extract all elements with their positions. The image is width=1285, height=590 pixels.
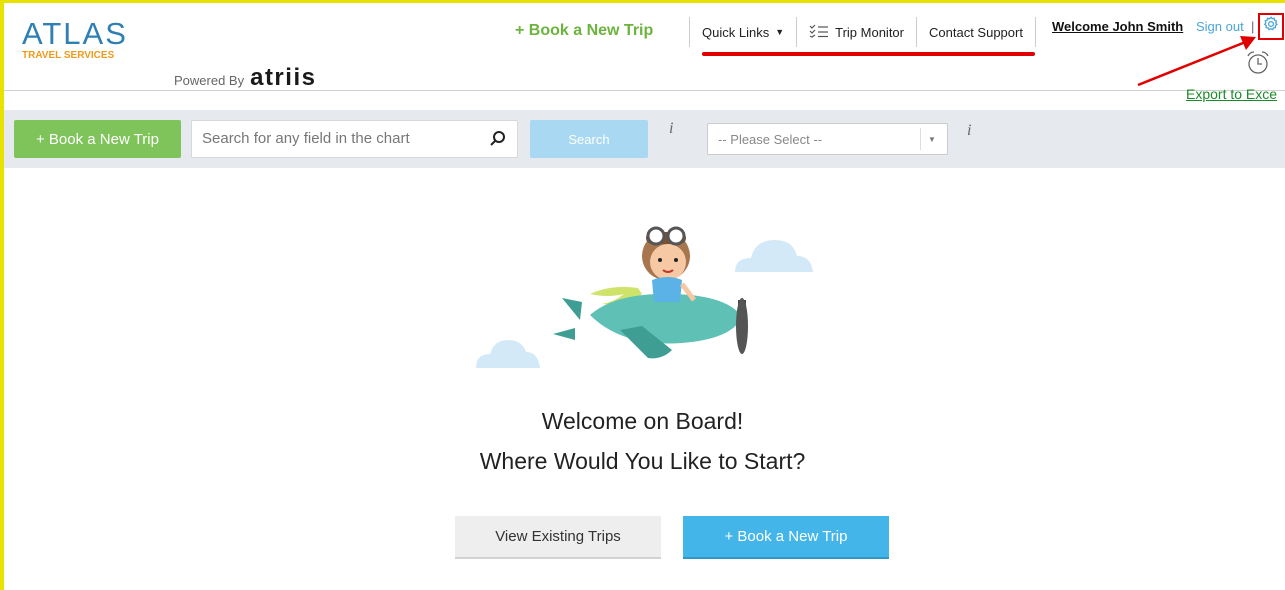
top-nav: Quick Links ▼ Trip Monitor Contact Suppo… [689, 17, 1036, 47]
pilot-plane-illustration [476, 226, 813, 368]
gear-icon [1263, 16, 1279, 37]
nav-contact-support-label: Contact Support [929, 24, 1023, 40]
annotation-arrow [1137, 36, 1256, 87]
search-input[interactable] [192, 121, 492, 155]
welcome-heading: Welcome on Board! [541, 408, 744, 434]
annotation-underline [702, 52, 1035, 56]
settings-button[interactable] [1258, 13, 1284, 40]
nav-contact-support[interactable]: Contact Support [917, 17, 1036, 47]
checklist-icon [809, 24, 829, 41]
nav-quick-links[interactable]: Quick Links ▼ [690, 17, 798, 47]
search-button[interactable]: Search [530, 120, 648, 158]
search-info-icon[interactable]: i [669, 120, 673, 138]
powered-by-label: Powered By [174, 73, 245, 88]
nav-trip-monitor[interactable]: Trip Monitor [797, 17, 917, 47]
search-box [191, 120, 518, 158]
hero-book-trip-button[interactable]: + Book a New Trip [683, 516, 889, 559]
export-to-excel-link[interactable]: Export to Exce [1186, 86, 1277, 102]
search-icon[interactable] [489, 130, 507, 153]
view-existing-trips-button[interactable]: View Existing Trips [455, 516, 661, 559]
filter-select-value: -- Please Select -- [718, 131, 823, 147]
welcome-subheading: Where Would You Like to Start? [479, 448, 806, 474]
toolbar-book-trip-button[interactable]: + Book a New Trip [14, 120, 181, 158]
filter-select[interactable]: -- Please Select -- ▼ [707, 123, 948, 155]
logo-sub-text: TRAVEL SERVICES [22, 50, 115, 61]
header-divider [4, 90, 1285, 91]
logo-main-text: ATLAS [22, 16, 128, 51]
caret-down-icon: ▼ [775, 27, 785, 37]
select-info-icon[interactable]: i [967, 122, 971, 140]
powered-by: Powered By atriis [174, 64, 316, 92]
nav-quick-links-label: Quick Links [702, 24, 770, 40]
nav-trip-monitor-label: Trip Monitor [835, 24, 904, 40]
atriis-logo: atriis [250, 64, 317, 91]
header-book-trip-link[interactable]: + Book a New Trip [515, 22, 653, 40]
atlas-logo[interactable]: ATLAS TRAVEL SERVICES [22, 16, 128, 62]
cloud-icon [476, 340, 540, 368]
toolbar: + Book a New Trip Search i -- Please Sel… [4, 110, 1285, 168]
cloud-icon [735, 240, 813, 272]
select-arrow-icon: ▼ [920, 128, 943, 150]
